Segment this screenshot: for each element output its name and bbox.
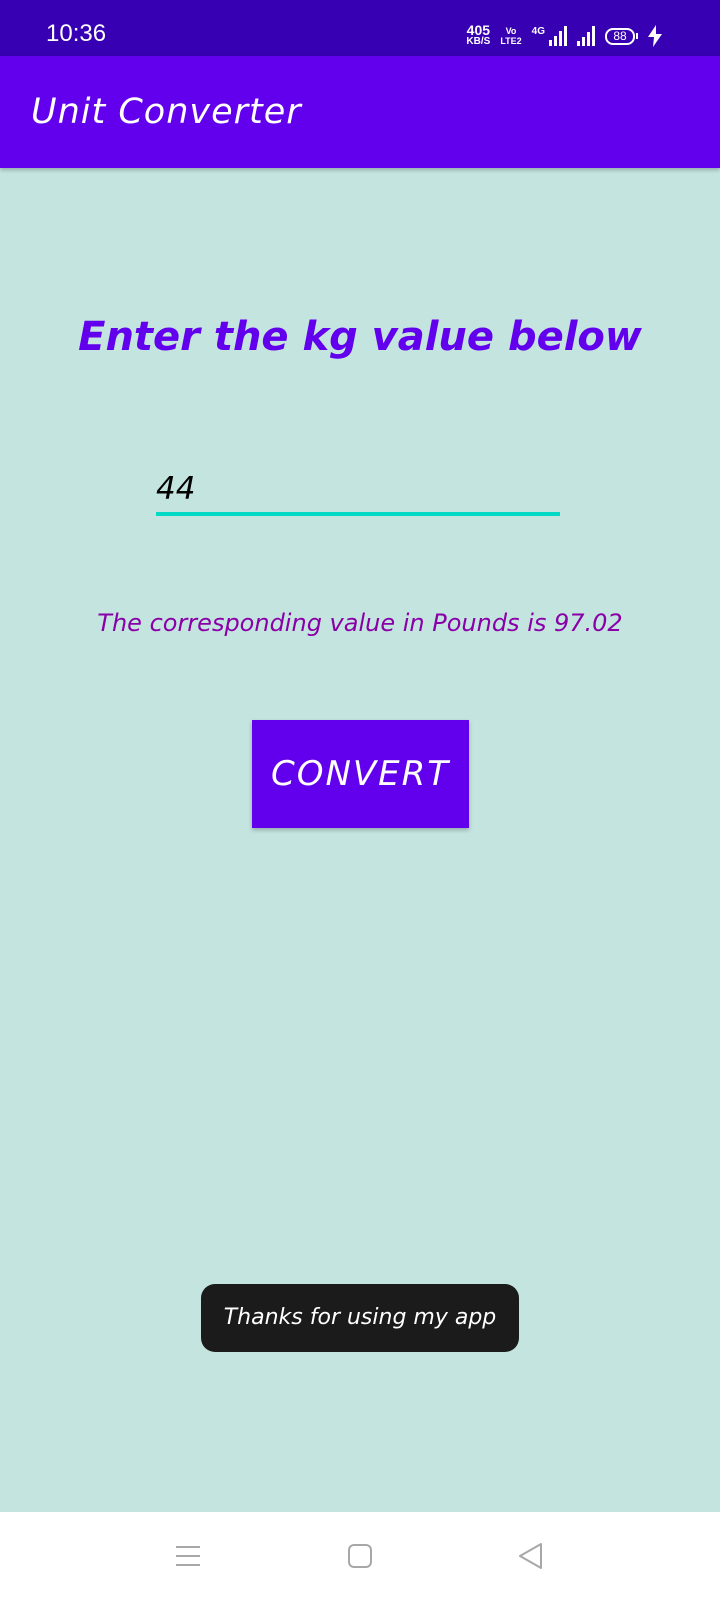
menu-icon[interactable] [160,1532,216,1580]
home-square-icon[interactable] [332,1532,388,1580]
back-triangle-icon[interactable] [502,1532,558,1580]
status-bar: 10:36 405 KB/S Vo LTE2 4G 88 [0,0,720,56]
battery-icon: 88 [605,27,638,45]
navigation-bar [0,1512,720,1600]
result-text: The corresponding value in Pounds is 97.… [97,609,623,637]
app-bar: Unit Converter [0,56,720,168]
status-time: 10:36 [46,20,107,47]
signal-4g-icon: 4G [532,26,567,46]
signal-sim2-icon [577,26,595,46]
battery-level: 88 [605,27,635,45]
network-type: 4G [531,26,545,37]
toast-message: Thanks for using my app [201,1284,519,1352]
network-speed-value: 405 [466,22,491,38]
volte-icon: Vo LTE2 [500,26,522,46]
app-title: Unit Converter [31,92,302,132]
network-speed-unit: KB/S [466,36,491,47]
instruction-heading: Enter the kg value below [78,314,642,360]
network-speed: 405 KB/S [466,22,491,47]
convert-button[interactable]: CONVERT [252,720,469,828]
charging-icon [648,25,662,47]
status-icons: 405 KB/S Vo LTE2 4G 88 [466,22,662,50]
kg-value-input[interactable] [156,466,560,516]
